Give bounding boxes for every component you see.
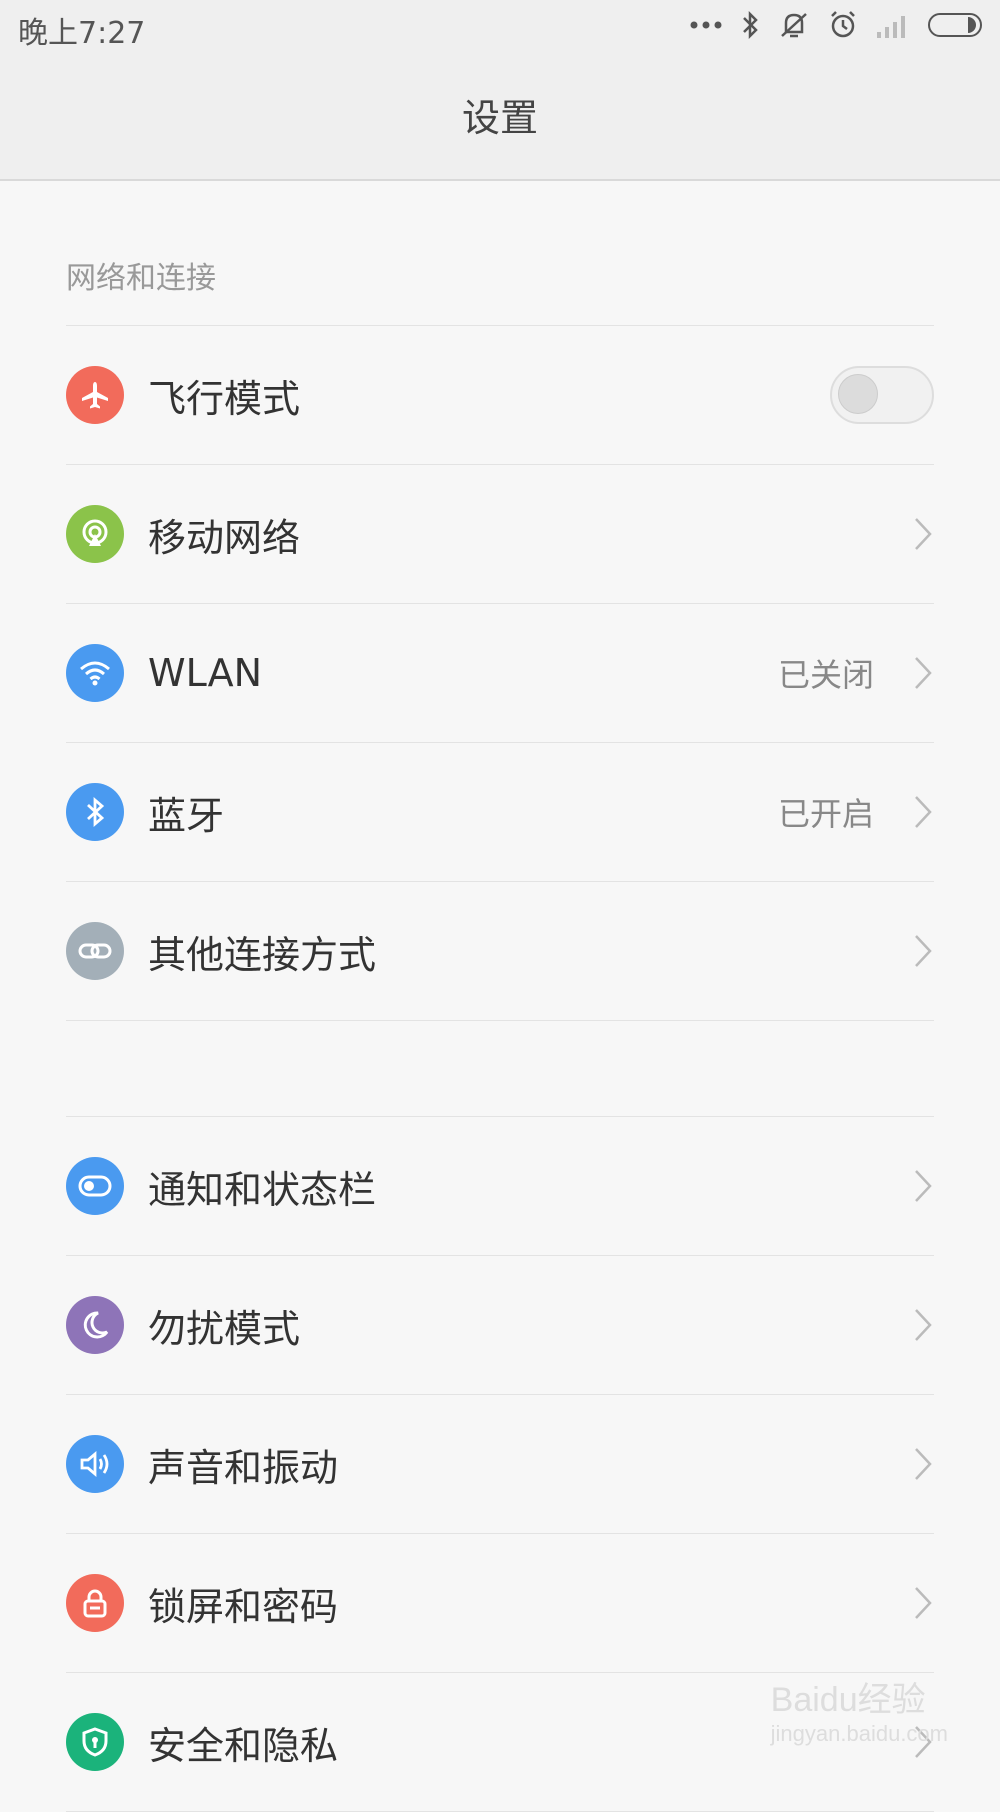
chevron-right-icon bbox=[912, 932, 934, 970]
section-title: 网络和连接 bbox=[66, 261, 216, 296]
title-bar: 设置 bbox=[0, 56, 1000, 181]
cellular-icon bbox=[66, 505, 124, 563]
sound-vibration-label: 声音和振动 bbox=[148, 1445, 339, 1490]
section-divider bbox=[66, 1021, 934, 1117]
notifications-label: 通知和状态栏 bbox=[148, 1167, 377, 1212]
airplane-icon bbox=[66, 366, 124, 424]
chevron-right-icon bbox=[912, 1167, 934, 1205]
network-group: 飞行模式 移动网络 WLAN 已关闭 蓝牙 已开启 其他连接方式 bbox=[66, 326, 934, 1021]
row-bluetooth[interactable]: 蓝牙 已开启 bbox=[66, 743, 934, 882]
bluetooth-icon bbox=[66, 783, 124, 841]
wlan-label: WLAN bbox=[148, 651, 263, 695]
airplane-mode-toggle[interactable] bbox=[830, 366, 934, 424]
row-do-not-disturb[interactable]: 勿扰模式 bbox=[66, 1256, 934, 1395]
bluetooth-label: 蓝牙 bbox=[148, 793, 225, 838]
row-mobile-network[interactable]: 移动网络 bbox=[66, 465, 934, 604]
chevron-right-icon bbox=[912, 1445, 934, 1483]
bluetooth-status: 已开启 bbox=[777, 795, 874, 833]
row-notifications[interactable]: 通知和状态栏 bbox=[66, 1117, 934, 1256]
link-icon bbox=[66, 922, 124, 980]
bluetooth-icon bbox=[740, 10, 760, 40]
chevron-right-icon bbox=[912, 1306, 934, 1344]
row-lockscreen-password[interactable]: 锁屏和密码 bbox=[66, 1534, 934, 1673]
toggle-icon bbox=[66, 1157, 124, 1215]
moon-icon bbox=[66, 1296, 124, 1354]
battery-icon bbox=[928, 12, 984, 38]
page-title: 设置 bbox=[461, 96, 538, 140]
watermark-brand: Baidu经验 bbox=[770, 1681, 926, 1719]
chevron-right-icon bbox=[912, 1584, 934, 1622]
toggle-knob bbox=[838, 374, 878, 414]
do-not-disturb-label: 勿扰模式 bbox=[148, 1306, 301, 1351]
row-other-connections[interactable]: 其他连接方式 bbox=[66, 882, 934, 1021]
row-wlan[interactable]: WLAN 已关闭 bbox=[66, 604, 934, 743]
signal-icon bbox=[876, 12, 910, 38]
watermark-url: jingyan.baidu.com bbox=[770, 1721, 948, 1746]
mute-icon bbox=[778, 10, 810, 40]
other-connections-label: 其他连接方式 bbox=[148, 932, 377, 977]
wifi-icon bbox=[66, 644, 124, 702]
row-sound-vibration[interactable]: 声音和振动 bbox=[66, 1395, 934, 1534]
row-airplane-mode[interactable]: 飞行模式 bbox=[66, 326, 934, 465]
alarm-icon bbox=[828, 10, 858, 40]
section-header-network: 网络和连接 bbox=[66, 181, 934, 326]
status-time: 晚上7:27 bbox=[18, 16, 146, 51]
dots-icon bbox=[690, 20, 722, 30]
status-icons bbox=[690, 10, 984, 40]
lockscreen-password-label: 锁屏和密码 bbox=[148, 1584, 339, 1629]
chevron-right-icon bbox=[912, 793, 934, 831]
lock-icon bbox=[66, 1574, 124, 1632]
chevron-right-icon bbox=[912, 654, 934, 692]
wlan-status: 已关闭 bbox=[777, 656, 874, 694]
shield-icon bbox=[66, 1713, 124, 1771]
airplane-mode-label: 飞行模式 bbox=[148, 376, 301, 421]
mobile-network-label: 移动网络 bbox=[148, 515, 301, 560]
speaker-icon bbox=[66, 1435, 124, 1493]
watermark: Baidu经验 jingyan.baidu.com bbox=[771, 1672, 948, 1747]
status-bar: 晚上7:27 bbox=[0, 0, 1000, 56]
chevron-right-icon bbox=[912, 515, 934, 553]
